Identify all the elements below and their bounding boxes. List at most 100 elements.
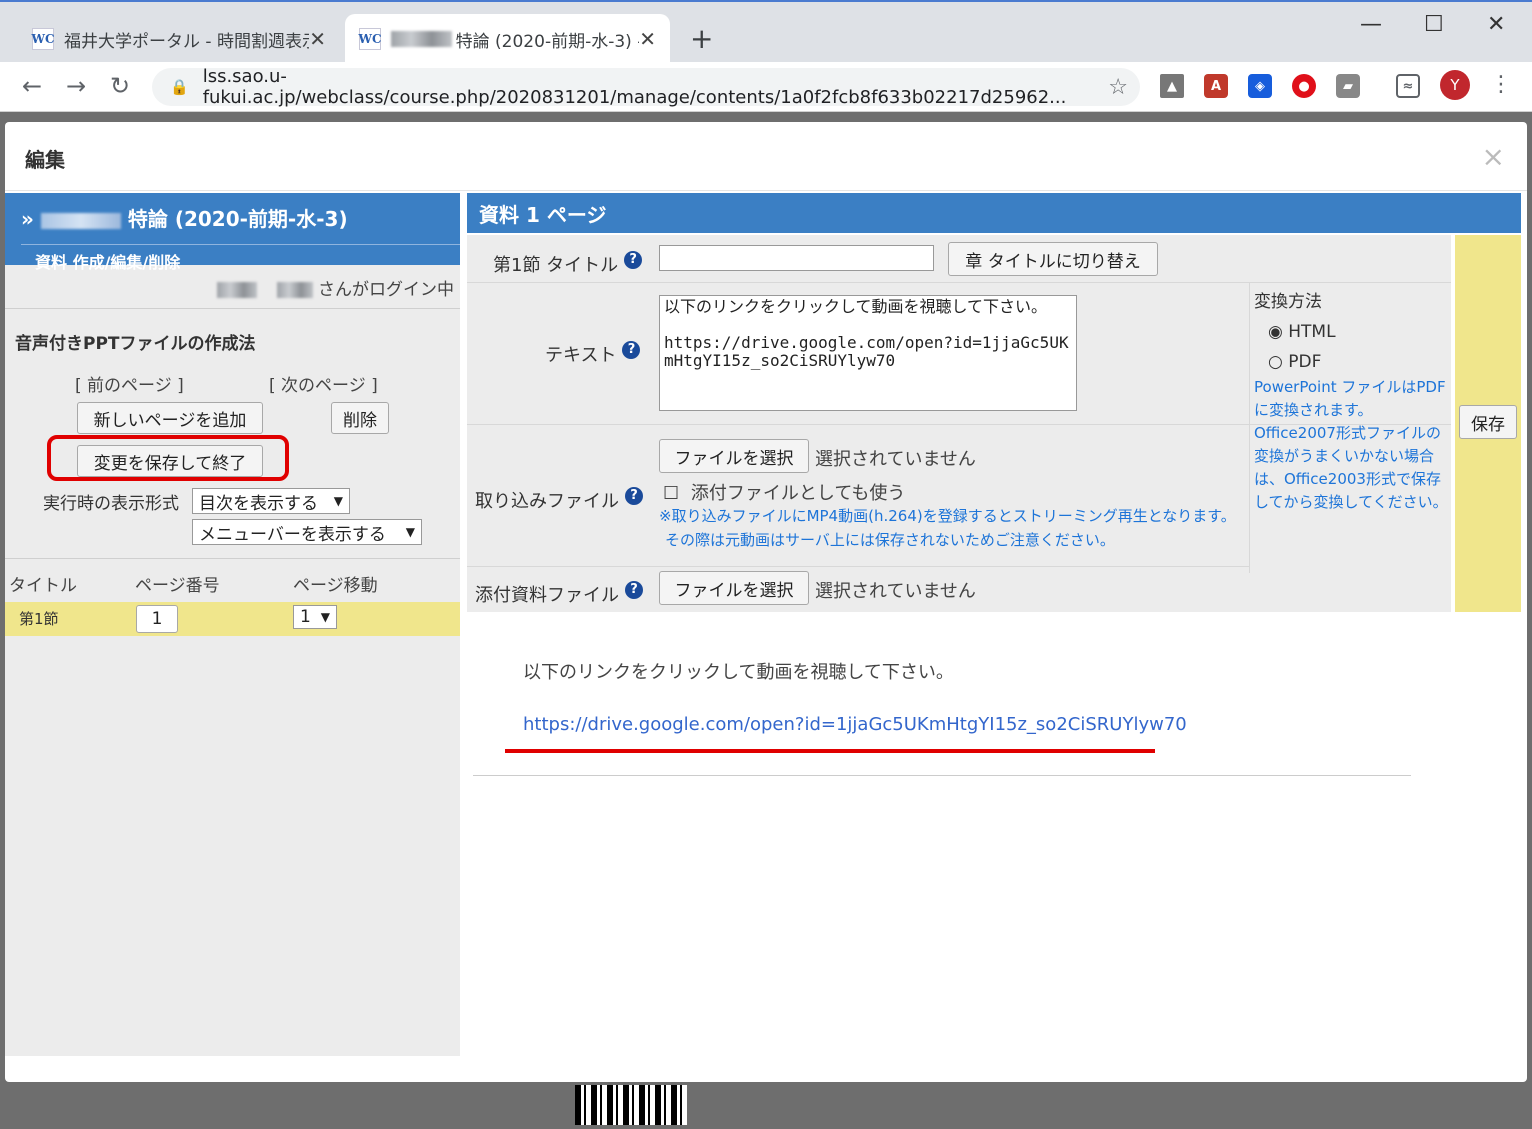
tab-portal[interactable]: WC 福井大学ポータル - 時間割週表示 ✕	[18, 14, 340, 64]
column-header: ページ移動	[293, 576, 378, 596]
label-text: テキスト	[545, 345, 617, 366]
course-header: » 特論 (2020-前期-水-3) 資料 作成/編集/削除	[5, 193, 460, 272]
drive-icon[interactable]: ▲	[1160, 74, 1184, 98]
add-page-button[interactable]: 新しいページを追加	[77, 402, 263, 434]
tab-title: 特論 (2020-前期-水-3) -	[455, 31, 640, 52]
section-title-input[interactable]	[659, 245, 934, 271]
row-title: 第1節	[19, 610, 59, 628]
redacted-text	[217, 282, 258, 298]
avatar[interactable]: Y	[1440, 70, 1470, 100]
course-title: » 特論 (2020-前期-水-3)	[21, 203, 460, 232]
preview-link[interactable]: https://drive.google.com/open?id=1jjaGc5…	[523, 714, 1187, 735]
import-row: 取り込みファイル? ファイルを選択 選択されていません ☐ 添付ファイルとしても…	[467, 425, 1249, 567]
attach-file-button[interactable]: ファイルを選択	[659, 571, 809, 605]
maximize-icon[interactable]: ☐	[1424, 12, 1444, 37]
login-suffix: さんがログイン中	[318, 280, 454, 300]
text-row: テキスト? 以下のリンクをクリックして動画を視聴して下さい。 https://d…	[467, 283, 1451, 573]
attach-row: 添付資料ファイル? ファイルを選択 選択されていません	[467, 567, 1451, 612]
table-row[interactable]: 第1節 1 1 ▼	[5, 602, 460, 636]
forward-icon[interactable]: →	[66, 72, 86, 100]
chapter-toggle-button[interactable]: 章 タイトルに切り替え	[948, 242, 1158, 276]
help-icon[interactable]: ?	[624, 251, 643, 269]
course-prefix: »	[21, 207, 34, 231]
tab-close-icon[interactable]: ✕	[309, 27, 326, 51]
import-note-1: ※取り込みファイルにMP4動画(h.264)を登録するとストリーミング再生となり…	[659, 507, 1236, 525]
section-title: 音声付きPPTファイルの作成法	[15, 334, 256, 354]
webclass-favicon-icon: WC	[358, 28, 382, 50]
webclass-favicon-icon: WC	[31, 28, 55, 50]
toc-select[interactable]: 目次を表示する ▼	[192, 488, 350, 514]
prev-page-link[interactable]: [ 前のページ ]	[75, 371, 184, 396]
new-tab-button[interactable]: +	[690, 22, 713, 55]
tab-title: 福井大学ポータル - 時間割週表示	[64, 31, 310, 52]
label-text: 添付資料ファイル	[475, 585, 619, 606]
bitwarden-icon[interactable]: ◈	[1248, 74, 1272, 98]
page-move-value: 1	[300, 607, 311, 627]
help-icon[interactable]: ?	[625, 487, 643, 505]
chat-icon[interactable]: ▰	[1336, 74, 1360, 98]
menubar-select-value: メニューバーを表示する	[199, 524, 386, 545]
import-file-button[interactable]: ファイルを選択	[659, 439, 809, 473]
delete-button[interactable]: 削除	[331, 402, 389, 434]
help-icon[interactable]: ?	[622, 341, 641, 359]
chevron-down-icon: ▼	[320, 610, 330, 624]
page-form: 第1節 タイトル? 章 タイトルに切り替え テキスト? 以下のリンクをクリックし…	[467, 235, 1451, 612]
checkbox-label: 添付ファイルとしても使う	[690, 483, 906, 504]
cast-icon[interactable]: ≈	[1396, 74, 1420, 98]
page-number-input[interactable]: 1	[136, 605, 178, 633]
column-header: タイトル	[9, 576, 77, 596]
dialog-title: 編集	[25, 148, 65, 172]
attach-checkbox[interactable]: ☐ 添付ファイルとしても使う	[663, 479, 905, 505]
save-column: 保存	[1455, 235, 1521, 612]
window-close-icon[interactable]: ✕	[1487, 12, 1505, 37]
extension-icon[interactable]: ●	[1292, 74, 1316, 98]
menu-icon[interactable]: ⋮	[1490, 72, 1512, 97]
minimize-icon[interactable]: —	[1360, 12, 1382, 37]
toc-select-value: 目次を表示する	[199, 493, 318, 514]
section-title-label: 第1節 タイトル?	[493, 251, 643, 277]
title-row: 第1節 タイトル? 章 タイトルに切り替え	[467, 235, 1451, 283]
conversion-note: PowerPoint ファイルはPDFに変換されます。Office2007形式フ…	[1254, 378, 1448, 511]
label-text: 第1節 タイトル	[493, 255, 619, 276]
edit-dialog: 編集 × » 特論 (2020-前期-水-3) 資料 作成/編集/削除 さんがロ…	[5, 122, 1527, 1082]
column-header: ページ番号	[135, 576, 220, 596]
conversion-panel: 変換方法 ◉ HTML ○ PDF PowerPoint ファイルはPDFに変換…	[1249, 283, 1451, 573]
help-icon[interactable]: ?	[625, 581, 643, 599]
tab-close-icon[interactable]: ✕	[639, 27, 656, 51]
page-header: 資料 1 ページ	[467, 193, 1521, 233]
save-button[interactable]: 保存	[1459, 405, 1517, 439]
attach-file-status: 選択されていません	[815, 581, 976, 602]
import-label: 取り込みファイル?	[475, 487, 643, 513]
course-name: 特論 (2020-前期-水-3)	[127, 207, 348, 231]
menubar-select[interactable]: メニューバーを表示する ▼	[192, 519, 422, 545]
address-bar[interactable]: 🔒 lss.sao.u-fukui.ac.jp/webclass/course.…	[152, 66, 1140, 108]
lock-icon[interactable]: 🔒	[170, 78, 189, 96]
dialog-close-icon[interactable]: ×	[1482, 140, 1505, 173]
acrobat-icon[interactable]: A	[1204, 74, 1228, 98]
reload-icon[interactable]: ↻	[110, 72, 130, 100]
url-text: lss.sao.u-fukui.ac.jp/webclass/course.ph…	[202, 66, 1067, 108]
back-icon[interactable]: ←	[22, 72, 42, 100]
chevron-down-icon: ▼	[333, 494, 343, 508]
import-note-2: その際は元動画はサーバ上には保存されないためご注意ください。	[665, 531, 1115, 549]
display-format-label: 実行時の表示形式	[43, 494, 179, 514]
page-move-select[interactable]: 1 ▼	[293, 605, 337, 629]
radio-pdf[interactable]: ○ PDF	[1268, 352, 1451, 372]
chevron-down-icon: ▼	[405, 525, 415, 539]
star-icon[interactable]: ☆	[1108, 75, 1128, 100]
tab-bar: WC 福井大学ポータル - 時間割週表示 ✕ WC 特論 (2020-前期-水-…	[0, 0, 1532, 64]
attach-label: 添付資料ファイル?	[475, 581, 643, 607]
left-panel: » 特論 (2020-前期-水-3) 資料 作成/編集/削除 さんがログイン中 …	[5, 193, 460, 1056]
annotation-underline	[505, 749, 1155, 753]
conversion-label: 変換方法	[1254, 292, 1322, 312]
redacted-text	[391, 31, 452, 47]
label-text: 取り込みファイル	[475, 491, 619, 512]
page-table-header: タイトル ページ番号 ページ移動	[5, 558, 460, 596]
radio-label: PDF	[1288, 352, 1322, 372]
radio-html[interactable]: ◉ HTML	[1268, 322, 1451, 342]
text-textarea[interactable]: 以下のリンクをクリックして動画を視聴して下さい。 https://drive.g…	[659, 295, 1077, 411]
radio-label: HTML	[1288, 322, 1336, 342]
preview-divider	[473, 775, 1411, 776]
tab-course[interactable]: WC 特論 (2020-前期-水-3) - ✕	[345, 14, 670, 64]
next-page-link[interactable]: [ 次のページ ]	[269, 371, 378, 396]
